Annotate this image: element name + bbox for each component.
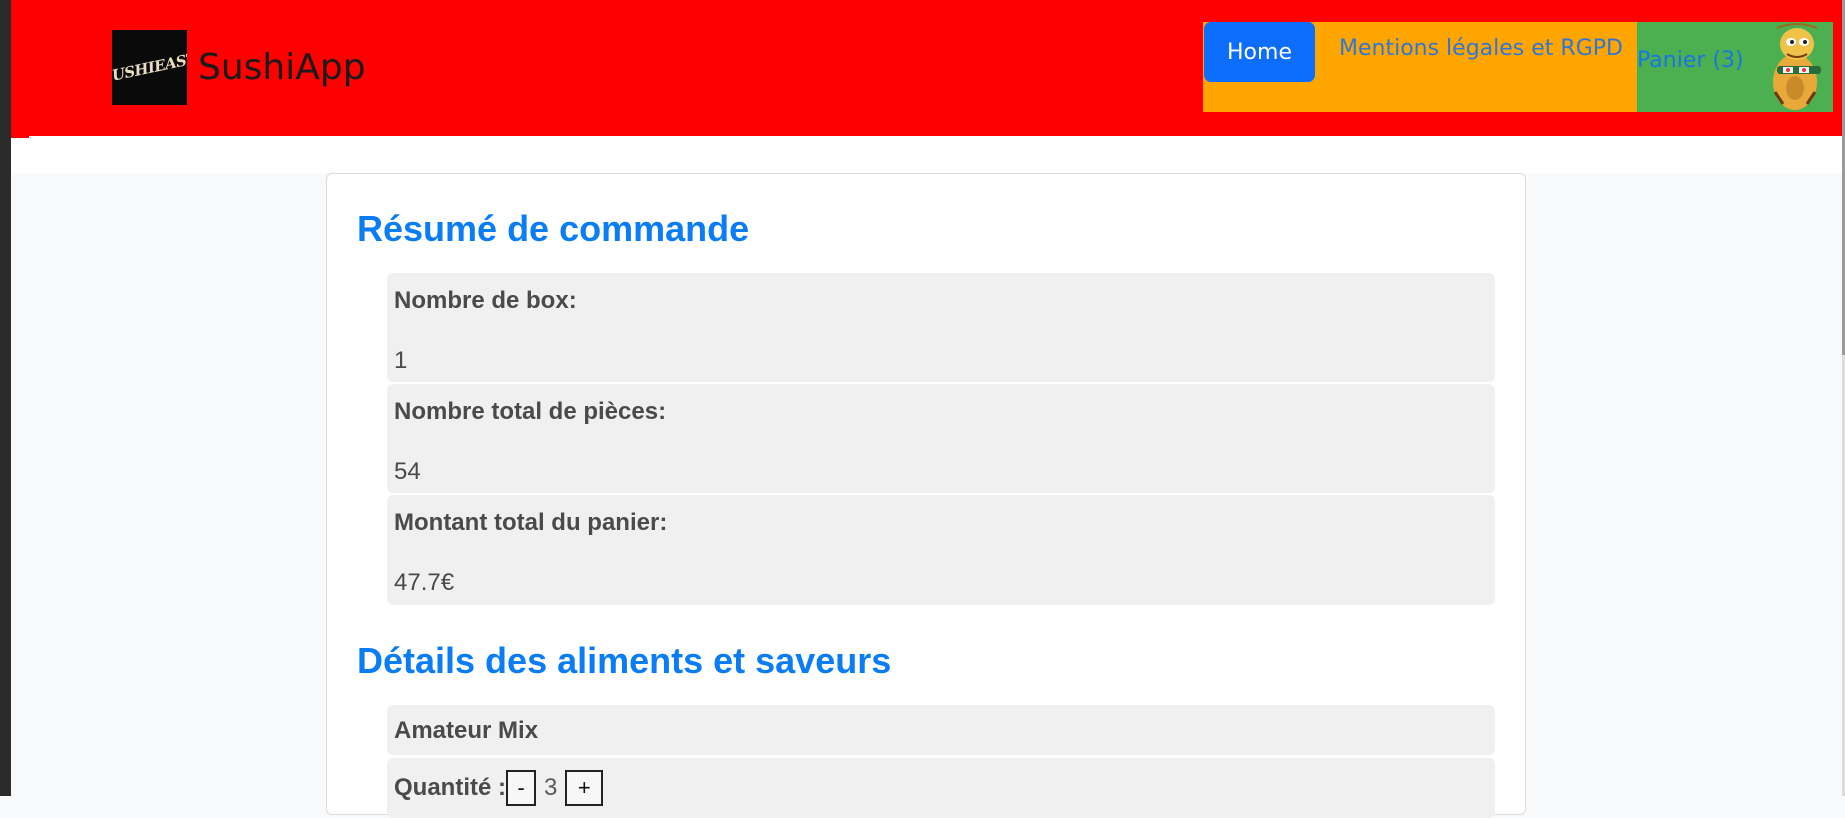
item-row: Amateur Mix [387,705,1495,755]
nav-orange-section: Home Mentions légales et RGPD [1203,22,1637,112]
logo-lettering: SUSHIEAST [112,48,187,87]
pieces-label: Nombre total de pièces: [394,398,667,425]
quantity-stepper: Quantité : - 3 + [394,770,604,806]
legal-link[interactable]: Mentions légales et RGPD [1339,36,1623,61]
box-count-value: 1 [394,347,408,374]
box-count-label: Nombre de box: [394,287,577,314]
pieces-row: Nombre total de pièces: 54 [387,384,1495,493]
sushieast-logo: SUSHIEAST [112,30,187,105]
navbar-bottom-band [11,136,1843,173]
quantity-label: Quantité : [394,774,506,801]
cart-link[interactable]: Panier (3) [1637,48,1744,73]
summary-title: Résumé de commande [357,208,750,249]
pieces-value: 54 [394,458,421,485]
main-nav: Home Mentions légales et RGPD Panier (3) [1203,22,1833,112]
mascot-image [1747,22,1833,112]
navbar: SUSHIEAST SushiApp Home Mentions légales… [11,0,1843,136]
brand[interactable]: SUSHIEAST SushiApp [112,30,366,105]
box-count-row: Nombre de box: 1 [387,273,1495,382]
order-summary-card: Résumé de commande Nombre de box: 1 Nomb… [326,173,1526,818]
total-label: Montant total du panier: [394,509,668,536]
quantity-row: Quantité : - 3 + [387,758,1495,818]
quantity-value: 3 [544,774,558,801]
decrement-button[interactable]: - [506,770,536,806]
band-accent [11,136,29,138]
increment-button[interactable]: + [565,770,604,806]
nav-cart-section: Panier (3) [1637,22,1833,112]
brand-name[interactable]: SushiApp [198,47,366,88]
total-value: 47.7€ [394,569,455,596]
left-window-edge [0,0,11,796]
home-button[interactable]: Home [1204,22,1315,82]
details-title: Détails des aliments et saveurs [357,640,892,681]
total-row: Montant total du panier: 47.7€ [387,495,1495,605]
item-name: Amateur Mix [394,717,539,744]
mascot-illustration-icon [1773,23,1821,110]
